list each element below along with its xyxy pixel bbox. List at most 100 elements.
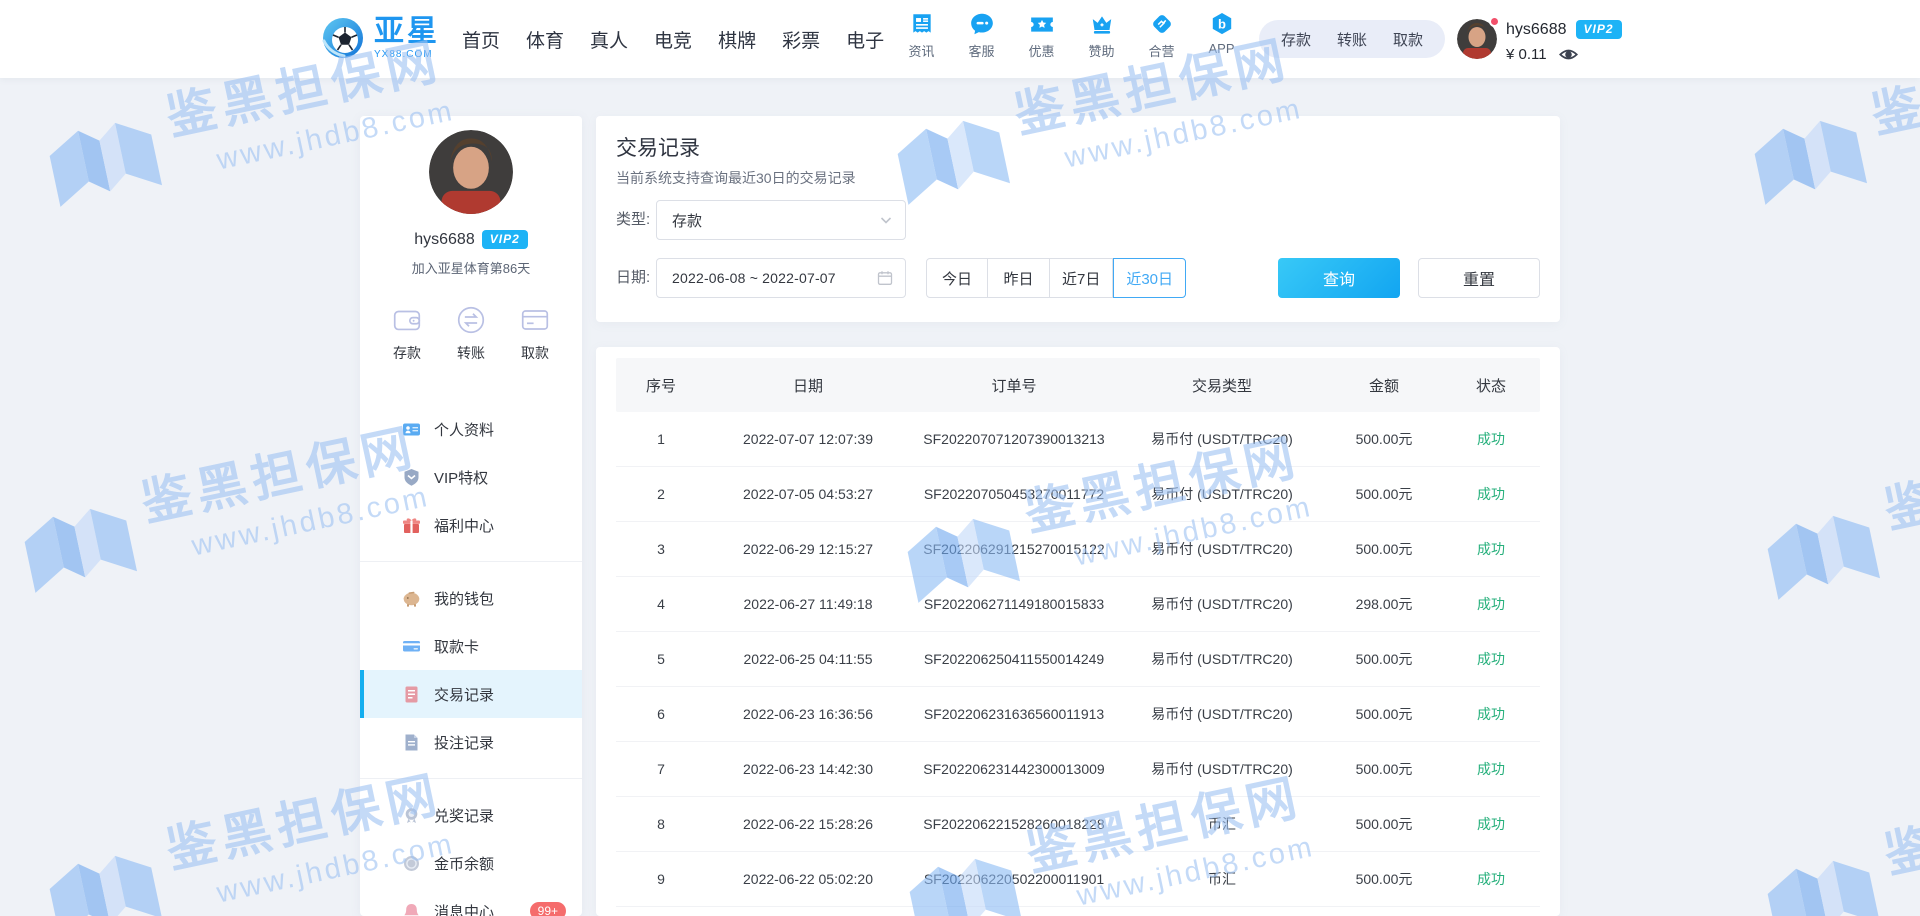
quick-actions: 存款 转账 取款 [360,303,582,363]
support-icon [969,11,995,37]
date-range-input[interactable]: 2022-06-08 ~ 2022-07-07 [656,258,906,298]
cell-order: SF202206231442300013009 [910,761,1118,777]
bank-card-icon [402,637,421,656]
range-today-button[interactable]: 今日 [926,258,988,298]
header-transfer-button[interactable]: 转账 [1337,29,1367,50]
partner-icon [1149,11,1175,37]
quick-withdraw[interactable]: 取款 [518,303,552,363]
watermark: 鉴黑担保网www.jhdb8.com [1750,758,1920,916]
cell-date: 2022-06-22 05:02:20 [706,871,910,887]
nav-lottery[interactable]: 彩票 [782,26,820,53]
table-row: 3 2022-06-29 12:15:27 SF2022062912152700… [616,522,1540,577]
cell-date: 2022-06-27 11:49:18 [706,596,910,612]
menu-coupon[interactable]: 优惠 [1018,11,1065,60]
cell-amount: 500.00元 [1326,814,1442,834]
nav-cards[interactable]: 棋牌 [718,26,756,53]
table-row: 6 2022-06-23 16:36:56 SF2022062316365600… [616,687,1540,742]
menu-app[interactable]: b APP [1198,11,1245,60]
range-7days-button[interactable]: 近7日 [1050,258,1113,298]
cell-status: 成功 [1442,539,1540,559]
sidebar-item-vip[interactable]: VIP特权 [360,453,582,501]
cell-no: 4 [616,596,706,612]
calendar-icon [877,270,893,286]
reset-button[interactable]: 重置 [1418,258,1540,298]
sidebar-item-welfare[interactable]: 福利中心 [360,501,582,549]
vip-badge: VIP2 [1576,20,1622,39]
cell-status: 成功 [1442,814,1540,834]
profile-avatar[interactable] [429,130,513,214]
app-icon: b [1209,11,1235,37]
menu-divider [360,561,582,562]
username[interactable]: hys6688 [1506,21,1567,39]
menu-news[interactable]: 资讯 [898,11,945,60]
nav-slots[interactable]: 电子 [846,26,884,53]
profile-joined-text: 加入亚星体育第86天 [360,258,582,277]
menu-sponsor[interactable]: 赞助 [1078,11,1125,60]
nav-esports[interactable]: 电竞 [654,26,692,53]
cell-type: 易币付 (USDT/TRC20) [1118,484,1326,504]
cell-no: 1 [616,431,706,447]
cell-order: SF202206220502200011901 [910,871,1118,887]
transfer-icon [454,303,488,337]
quick-withdraw-label: 取款 [521,343,549,363]
cell-type: 易币付 (USDT/TRC20) [1118,759,1326,779]
header-deposit-button[interactable]: 存款 [1281,29,1311,50]
transaction-doc-icon [402,685,421,704]
cell-order: SF202206250411550014249 [910,651,1118,667]
cell-no: 6 [616,706,706,722]
main-nav: 首页 体育 真人 电竞 棋牌 彩票 电子 [462,0,884,78]
sidebar-item-label: 投注记录 [434,732,494,753]
col-no: 序号 [616,375,706,396]
nav-live[interactable]: 真人 [590,26,628,53]
header-withdraw-button[interactable]: 取款 [1393,29,1423,50]
quick-range-group: 今日 昨日 近7日 近30日 [926,258,1186,298]
cell-status: 成功 [1442,869,1540,889]
quick-deposit[interactable]: 存款 [390,303,424,363]
table-row: 4 2022-06-27 11:49:18 SF2022062711491800… [616,577,1540,632]
cell-date: 2022-06-29 12:15:27 [706,541,910,557]
sidebar-item-wallet[interactable]: 我的钱包 [360,574,582,622]
coupon-icon [1029,11,1055,37]
sidebar-item-bets[interactable]: 投注记录 [360,718,582,766]
nav-home[interactable]: 首页 [462,26,500,53]
menu-divider [360,778,582,779]
range-30days-button[interactable]: 近30日 [1113,258,1186,298]
withdraw-icon [518,303,552,337]
sidebar-item-label: 福利中心 [434,515,494,536]
type-select[interactable]: 存款 [656,200,906,240]
quick-transfer[interactable]: 转账 [454,303,488,363]
site-logo[interactable]: 亚星 YX88.COM [320,15,440,61]
sidebar-item-profile[interactable]: 个人资料 [360,405,582,453]
menu-news-label: 资讯 [908,41,934,60]
menu-support[interactable]: 客服 [958,11,1005,60]
eye-icon[interactable] [1559,45,1578,64]
table-row: 1 2022-07-07 12:07:39 SF2022070712073900… [616,412,1540,467]
menu-partner[interactable]: 合营 [1138,11,1185,60]
search-button[interactable]: 查询 [1278,258,1400,298]
sidebar-item-redeem[interactable]: 兑奖记录 [360,791,582,839]
cell-type: 易币付 (USDT/TRC20) [1118,429,1326,449]
col-type: 交易类型 [1118,375,1326,396]
page-subtitle: 当前系统支持查询最近30日的交易记录 [616,168,856,188]
menu-sponsor-label: 赞助 [1088,41,1114,60]
date-range-value: 2022-06-08 ~ 2022-07-07 [672,270,836,286]
sidebar-item-withdraw-card[interactable]: 取款卡 [360,622,582,670]
nav-sports[interactable]: 体育 [526,26,564,53]
sidebar-item-messages[interactable]: 消息中心 99+ [360,887,582,916]
menu-app-label: APP [1208,41,1234,56]
cell-amount: 298.00元 [1326,594,1442,614]
cell-status: 成功 [1442,649,1540,669]
message-count-badge: 99+ [530,902,566,916]
wallet-pill: 存款 转账 取款 [1259,20,1445,58]
cell-no: 5 [616,651,706,667]
gift-icon [402,516,421,535]
sidebar-item-transactions[interactable]: 交易记录 [360,670,582,718]
range-yesterday-button[interactable]: 昨日 [988,258,1050,298]
transactions-table-card: 序号 日期 订单号 交易类型 金额 状态 1 2022-07-07 12:07:… [596,347,1560,916]
sidebar-item-label: 消息中心 [434,901,494,916]
svg-text:b: b [1218,17,1226,32]
filter-card: 交易记录 当前系统支持查询最近30日的交易记录 类型: 存款 日期: 2022-… [596,116,1560,322]
profile-card-icon [402,420,421,439]
date-label: 日期: [616,258,650,298]
sidebar-item-coin-balance[interactable]: 金币余额 [360,839,582,887]
